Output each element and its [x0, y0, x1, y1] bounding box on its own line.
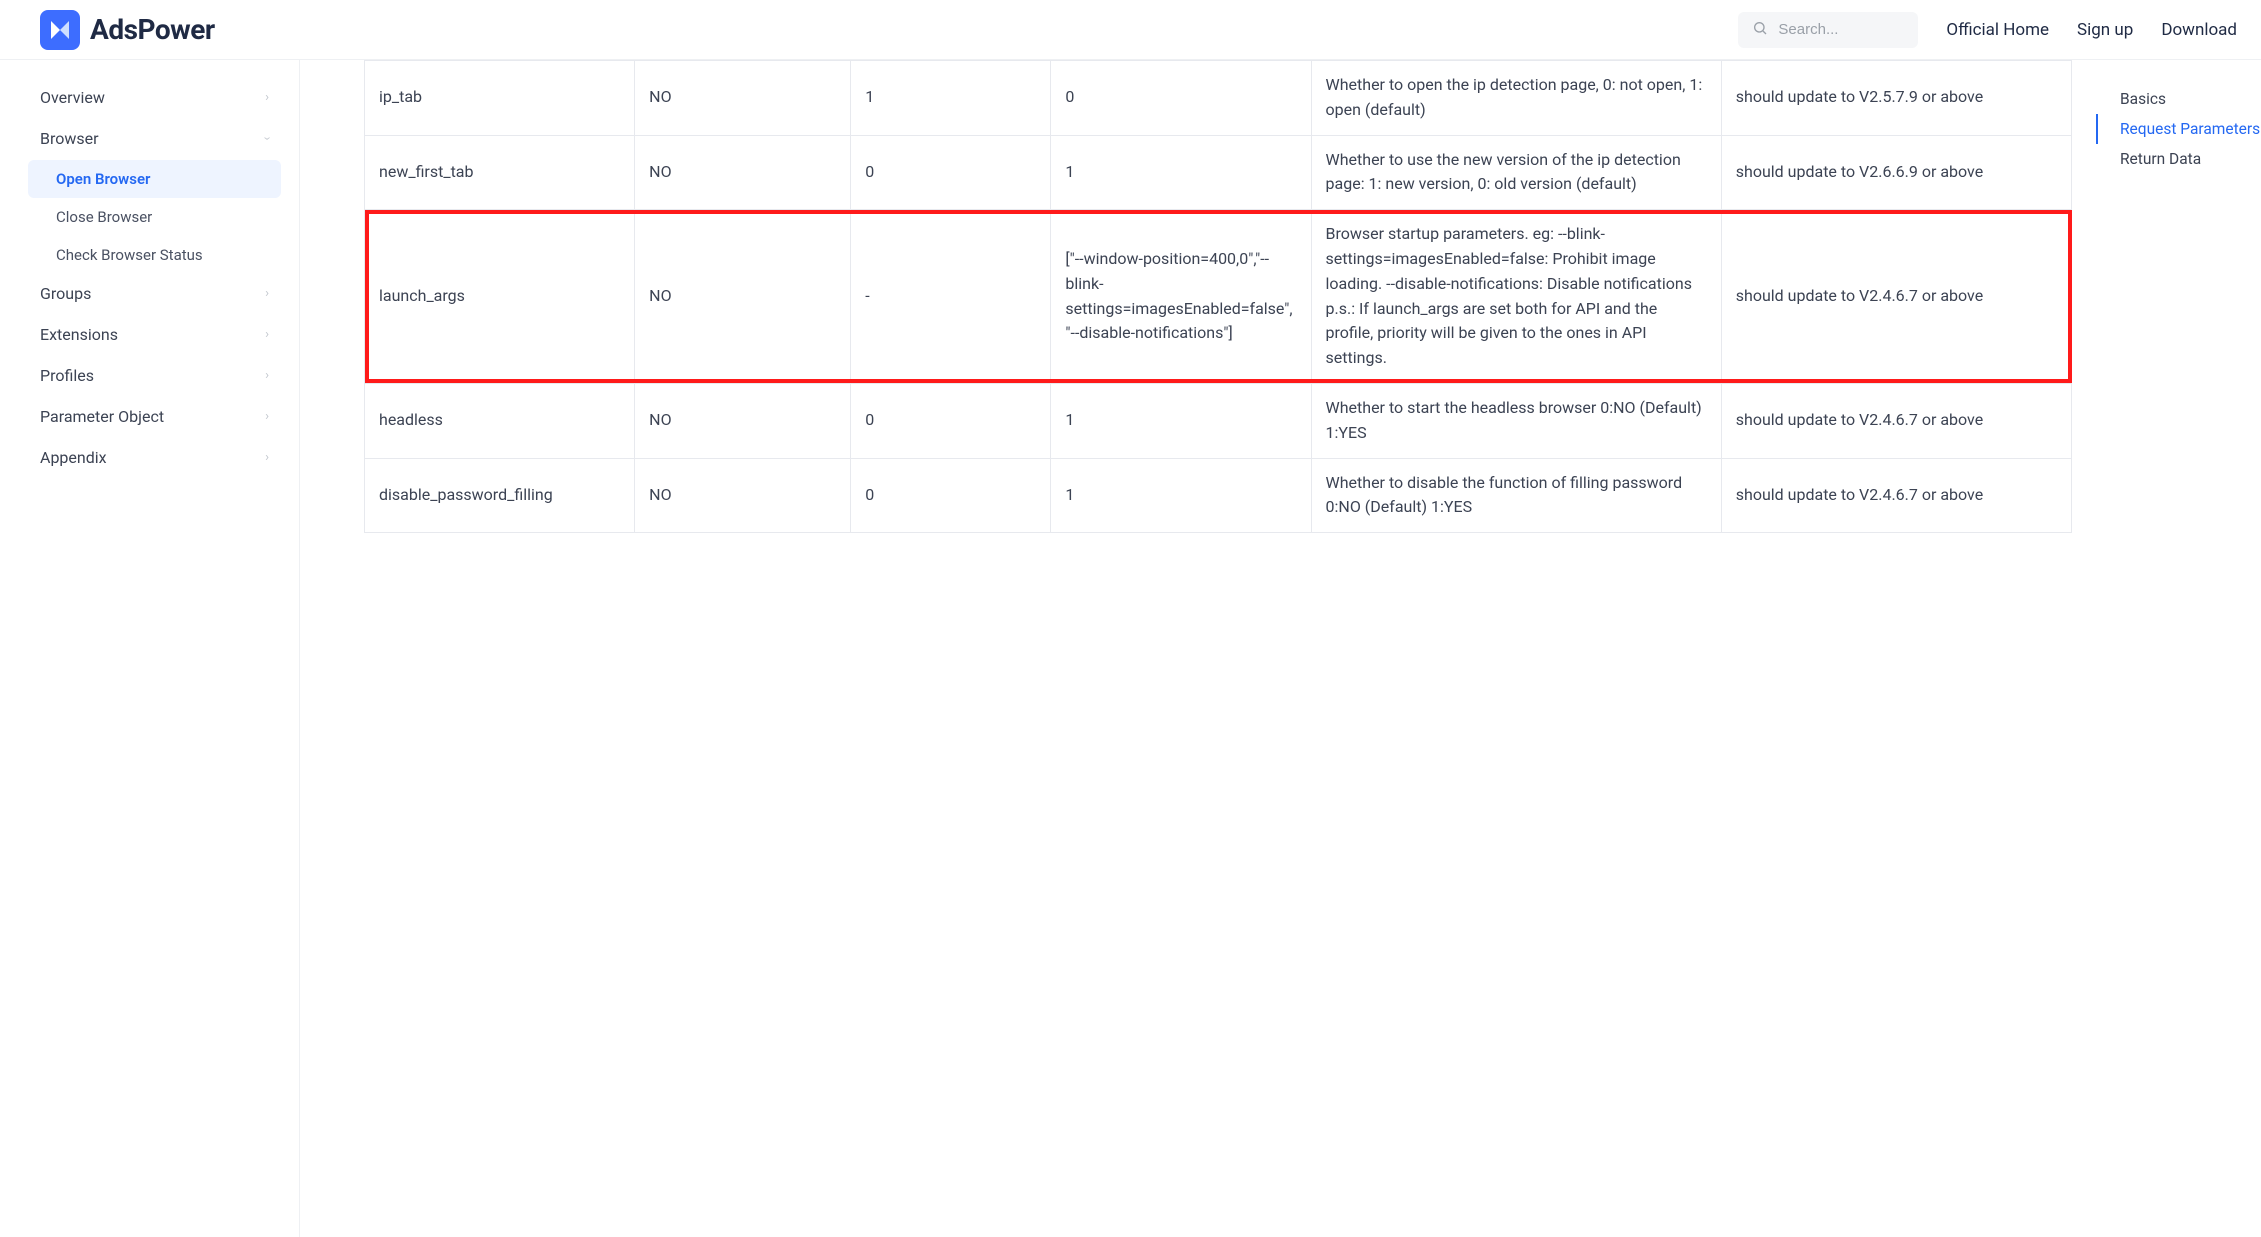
- param-default: 0: [851, 383, 1051, 458]
- nav-sign-up[interactable]: Sign up: [2077, 20, 2133, 40]
- brand-name: AdsPower: [90, 13, 215, 46]
- sidebar-item-label: Browser: [40, 129, 99, 148]
- sidebar-item-label: Parameter Object: [40, 407, 164, 426]
- param-description: Whether to start the headless browser 0:…: [1311, 383, 1721, 458]
- param-note: should update to V2.4.6.7 or above: [1721, 210, 2071, 384]
- chevron-down-icon: ›: [260, 137, 275, 141]
- sidebar-sub-open-browser[interactable]: Open Browser: [28, 160, 281, 198]
- param-name: ip_tab: [365, 61, 635, 136]
- request-parameters-table: ip_tabNO10Whether to open the ip detecti…: [364, 60, 2072, 533]
- table-row: ip_tabNO10Whether to open the ip detecti…: [365, 61, 2072, 136]
- header-right: Official Home Sign up Download: [1738, 12, 2237, 48]
- param-description: Whether to disable the function of filli…: [1311, 458, 1721, 533]
- param-required: NO: [635, 210, 851, 384]
- toc-request-parameters[interactable]: Request Parameters: [2096, 114, 2253, 144]
- page-toc: Basics Request Parameters Return Data: [2096, 60, 2261, 1237]
- param-name: headless: [365, 383, 635, 458]
- sidebar-item-overview[interactable]: Overview ›: [28, 78, 281, 117]
- sidebar-item-label: Groups: [40, 284, 91, 303]
- param-note: should update to V2.5.7.9 or above: [1721, 61, 2071, 136]
- chevron-right-icon: ›: [265, 450, 269, 465]
- doc-content: ip_tabNO10Whether to open the ip detecti…: [300, 60, 2096, 1237]
- nav-official-home[interactable]: Official Home: [1946, 20, 2049, 40]
- param-description: Whether to use the new version of the ip…: [1311, 135, 1721, 210]
- param-required: NO: [635, 383, 851, 458]
- search-input[interactable]: [1778, 21, 1904, 38]
- table-row: disable_password_fillingNO01Whether to d…: [365, 458, 2072, 533]
- app-header: AdsPower Official Home Sign up Download: [0, 0, 2261, 60]
- sidebar-item-groups[interactable]: Groups ›: [28, 274, 281, 313]
- toc-basics[interactable]: Basics: [2096, 84, 2253, 114]
- param-required: NO: [635, 135, 851, 210]
- param-required: NO: [635, 458, 851, 533]
- sidebar-sub-check-browser-status[interactable]: Check Browser Status: [28, 236, 281, 274]
- sidebar-item-label: Extensions: [40, 325, 118, 344]
- sidebar-item-appendix[interactable]: Appendix ›: [28, 438, 281, 477]
- doc-sidebar: Overview › Browser › Open Browser Close …: [0, 60, 300, 1237]
- param-name: disable_password_filling: [365, 458, 635, 533]
- chevron-right-icon: ›: [265, 90, 269, 105]
- param-default: -: [851, 210, 1051, 384]
- params-table-wrap: ip_tabNO10Whether to open the ip detecti…: [364, 60, 2072, 533]
- param-name: launch_args: [365, 210, 635, 384]
- param-example: 1: [1051, 458, 1311, 533]
- sidebar-item-label: Profiles: [40, 366, 94, 385]
- sidebar-item-label: Overview: [40, 88, 105, 107]
- sidebar-sub-close-browser[interactable]: Close Browser: [28, 198, 281, 236]
- param-name: new_first_tab: [365, 135, 635, 210]
- sidebar-item-label: Appendix: [40, 448, 107, 467]
- nav-download[interactable]: Download: [2161, 20, 2237, 40]
- search-icon: [1752, 20, 1768, 40]
- param-default: 1: [851, 61, 1051, 136]
- sidebar-item-profiles[interactable]: Profiles ›: [28, 356, 281, 395]
- param-default: 0: [851, 458, 1051, 533]
- param-note: should update to V2.4.6.7 or above: [1721, 383, 2071, 458]
- search-box[interactable]: [1738, 12, 1918, 48]
- sidebar-item-parameter-object[interactable]: Parameter Object ›: [28, 397, 281, 436]
- chevron-right-icon: ›: [265, 286, 269, 301]
- table-row: launch_argsNO-["--window-position=400,0"…: [365, 210, 2072, 384]
- chevron-right-icon: ›: [265, 409, 269, 424]
- table-row: new_first_tabNO01Whether to use the new …: [365, 135, 2072, 210]
- param-note: should update to V2.6.6.9 or above: [1721, 135, 2071, 210]
- sidebar-item-label: Close Browser: [56, 208, 152, 226]
- brand-mark-icon: [40, 10, 80, 50]
- chevron-right-icon: ›: [265, 368, 269, 383]
- table-row: headlessNO01Whether to start the headles…: [365, 383, 2072, 458]
- param-required: NO: [635, 61, 851, 136]
- toc-return-data[interactable]: Return Data: [2096, 144, 2253, 174]
- sidebar-item-label: Open Browser: [56, 170, 150, 188]
- sidebar-item-extensions[interactable]: Extensions ›: [28, 315, 281, 354]
- sidebar-item-label: Check Browser Status: [56, 246, 203, 264]
- param-description: Whether to open the ip detection page, 0…: [1311, 61, 1721, 136]
- param-default: 0: [851, 135, 1051, 210]
- param-example: 1: [1051, 383, 1311, 458]
- brand-logo[interactable]: AdsPower: [40, 10, 215, 50]
- sidebar-item-browser[interactable]: Browser ›: [28, 119, 281, 158]
- param-example: 0: [1051, 61, 1311, 136]
- param-description: Browser startup parameters. eg: --blink-…: [1311, 210, 1721, 384]
- chevron-right-icon: ›: [265, 327, 269, 342]
- param-note: should update to V2.4.6.7 or above: [1721, 458, 2071, 533]
- param-example: 1: [1051, 135, 1311, 210]
- param-example: ["--window-position=400,0","--blink-sett…: [1051, 210, 1311, 384]
